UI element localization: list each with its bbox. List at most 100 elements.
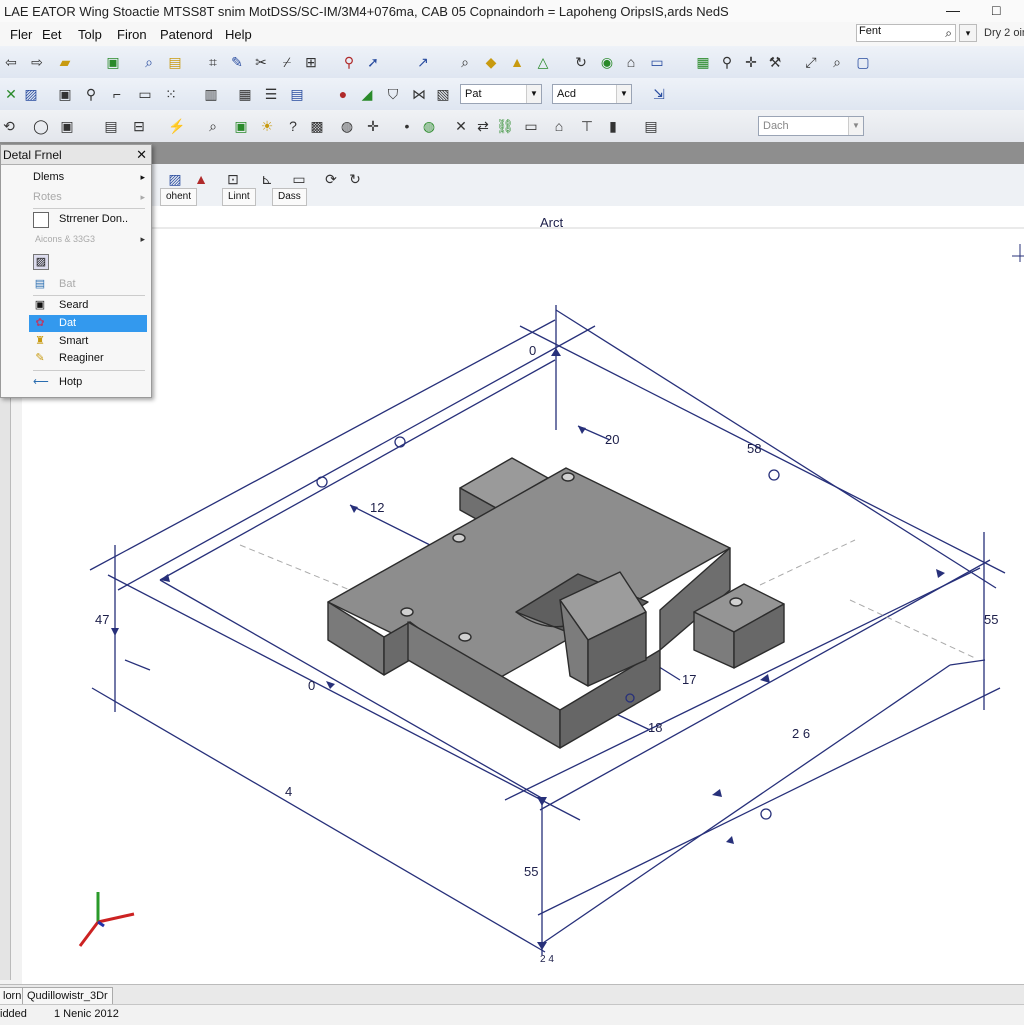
rotate-icon[interactable]: ↻	[572, 53, 590, 71]
note-icon[interactable]: ▤	[166, 53, 184, 71]
route-icon[interactable]: ↗	[414, 53, 432, 71]
frame2-icon[interactable]: ▭	[290, 170, 308, 188]
grid2-icon[interactable]: ▦	[236, 85, 254, 103]
measure-tape-icon[interactable]: ◆	[482, 53, 500, 71]
draw-icon[interactable]: ⌿	[278, 53, 296, 71]
home-icon[interactable]: ⌂	[622, 53, 640, 71]
chart-icon[interactable]: ▨	[22, 85, 40, 103]
table-icon[interactable]: ▥	[202, 85, 220, 103]
panel-item-rotes[interactable]: Rotes ▸	[29, 189, 147, 206]
chain-icon[interactable]: ⛓	[496, 117, 514, 135]
dach-combo[interactable]: Dach ▼	[758, 116, 864, 136]
rectangle-icon[interactable]: ▭	[522, 117, 540, 135]
maximize-button[interactable]: □	[992, 2, 1000, 18]
globe2-icon[interactable]: ◍	[420, 117, 438, 135]
part-combo[interactable]: Pat ▼	[460, 84, 542, 104]
checkbox-icon[interactable]	[33, 212, 49, 228]
extend-icon[interactable]: ⚡	[168, 117, 186, 135]
tab-linnt[interactable]: Linnt	[222, 188, 256, 206]
light-icon[interactable]: ☀	[258, 117, 276, 135]
frame-icon[interactable]: ▣	[56, 85, 74, 103]
reload-icon[interactable]: ↻	[346, 170, 364, 188]
search-dropdown-button[interactable]: ▾	[959, 24, 977, 42]
shape-icon[interactable]: ▲	[508, 53, 526, 71]
layers-icon[interactable]: ▤	[288, 85, 306, 103]
page-icon[interactable]: ⊡	[224, 170, 242, 188]
tab-qudillowistr[interactable]: Qudillowistr_3Dr	[22, 987, 113, 1005]
zoom-icon[interactable]: ⌕	[140, 53, 158, 71]
save-icon[interactable]: ▣	[104, 53, 122, 71]
panel-item-blank[interactable]: ▨	[29, 253, 147, 270]
arrow-icon[interactable]: ➚	[364, 53, 382, 71]
menu-format[interactable]: Firon	[117, 27, 147, 42]
menu-edit[interactable]: Eet	[42, 27, 62, 42]
lock-icon[interactable]: ▣	[232, 117, 250, 135]
point-icon[interactable]: •	[398, 117, 416, 135]
open-folder-icon[interactable]: ▰	[56, 53, 74, 71]
warning-icon[interactable]: ▲	[192, 170, 210, 188]
menu-file[interactable]: Fler	[10, 27, 32, 42]
panel-item-bat[interactable]: ▤ Bat	[29, 276, 147, 293]
print-icon[interactable]: ▤	[642, 117, 660, 135]
zoom-search-icon[interactable]: ⌕	[456, 53, 474, 71]
shield-icon[interactable]: ⛉	[384, 85, 402, 103]
copy-icon[interactable]: ▤	[102, 117, 120, 135]
question-icon[interactable]: ?	[284, 117, 302, 135]
zoom-in-icon[interactable]: ⤢	[802, 53, 820, 71]
fillet-icon[interactable]: ⌐	[108, 85, 126, 103]
view-icon[interactable]: ▭	[136, 85, 154, 103]
circle-icon[interactable]: ◯	[32, 117, 50, 135]
attribute-combo[interactable]: Acd ▼	[552, 84, 632, 104]
panel-item-dat[interactable]: ✿ Dat	[29, 315, 147, 332]
tab-dass[interactable]: Dass	[272, 188, 307, 206]
pencil-icon[interactable]: ✎	[228, 53, 246, 71]
hatch-icon[interactable]: ▧	[434, 85, 452, 103]
array-icon[interactable]: ⁙	[162, 85, 180, 103]
minimize-button[interactable]: —	[946, 2, 960, 18]
find-icon[interactable]: ⌕	[204, 117, 222, 135]
back-arrow-icon[interactable]: ⇦	[2, 53, 20, 71]
export-icon[interactable]: ⇲	[650, 85, 668, 103]
delete-icon[interactable]: ✕	[452, 117, 470, 135]
menu-tools[interactable]: Tolp	[78, 27, 102, 42]
smile-icon[interactable]: ◍	[338, 117, 356, 135]
panel-item-strrener[interactable]: Strrener Don..	[29, 211, 147, 228]
globe-icon[interactable]: ◉	[598, 53, 616, 71]
panel-item-aicons[interactable]: Aicons & 33G3 ▸	[29, 231, 147, 248]
view-icon[interactable]: ▨	[166, 170, 184, 188]
tool-icon[interactable]: ⚲	[718, 53, 736, 71]
house-icon[interactable]: ⌂	[550, 117, 568, 135]
panel-item-hotp[interactable]: ⟵ Hotp	[29, 374, 147, 391]
refresh-icon[interactable]: ⟳	[322, 170, 340, 188]
pin-icon[interactable]: ⚲	[82, 85, 100, 103]
sketch-icon[interactable]: ✕	[2, 85, 20, 103]
window-icon[interactable]: ▢	[854, 53, 872, 71]
tab-ohent[interactable]: ohent	[160, 188, 198, 206]
menu-parameters[interactable]: Patenord	[160, 27, 213, 42]
clamp-icon[interactable]: ⊤	[578, 117, 596, 135]
cut-icon[interactable]: ✂	[252, 53, 270, 71]
grid-icon[interactable]: ⊞	[302, 53, 320, 71]
box-icon[interactable]: ▣	[58, 117, 76, 135]
panel-item-seard[interactable]: ▣ Seard	[29, 297, 147, 314]
undo-icon[interactable]: ⟲	[0, 117, 18, 135]
warning-triangle-icon[interactable]: △	[534, 53, 552, 71]
panel-item-smart[interactable]: ♜ Smart	[29, 333, 147, 350]
offset-icon[interactable]: ⊟	[130, 117, 148, 135]
forward-arrow-icon[interactable]: ⇨	[28, 53, 46, 71]
close-icon[interactable]: ✕	[136, 145, 147, 165]
drawing-canvas[interactable]: Arct 0 20 58 12 47 0 55 17 18 2 6 4 55 2…	[22, 206, 1024, 984]
display-icon[interactable]: ▭	[648, 53, 666, 71]
search-input[interactable]: Fent ⌕	[856, 24, 956, 42]
paint-icon[interactable]: ●	[334, 85, 352, 103]
panel-item-reaginer[interactable]: ✎ Reaginer	[29, 350, 147, 367]
panel-item-dlems[interactable]: Dlems ▸	[29, 169, 147, 186]
link-icon[interactable]: ⚲	[340, 53, 358, 71]
dim-icon[interactable]: ⊾	[258, 170, 276, 188]
stamp-icon[interactable]: ▩	[308, 117, 326, 135]
move-icon[interactable]: ✛	[364, 117, 382, 135]
brush-icon[interactable]: ◢	[358, 85, 376, 103]
measure-icon[interactable]: ⌗	[204, 53, 222, 71]
block-icon[interactable]: ▮	[604, 117, 622, 135]
mirror-icon[interactable]: ⇄	[474, 117, 492, 135]
